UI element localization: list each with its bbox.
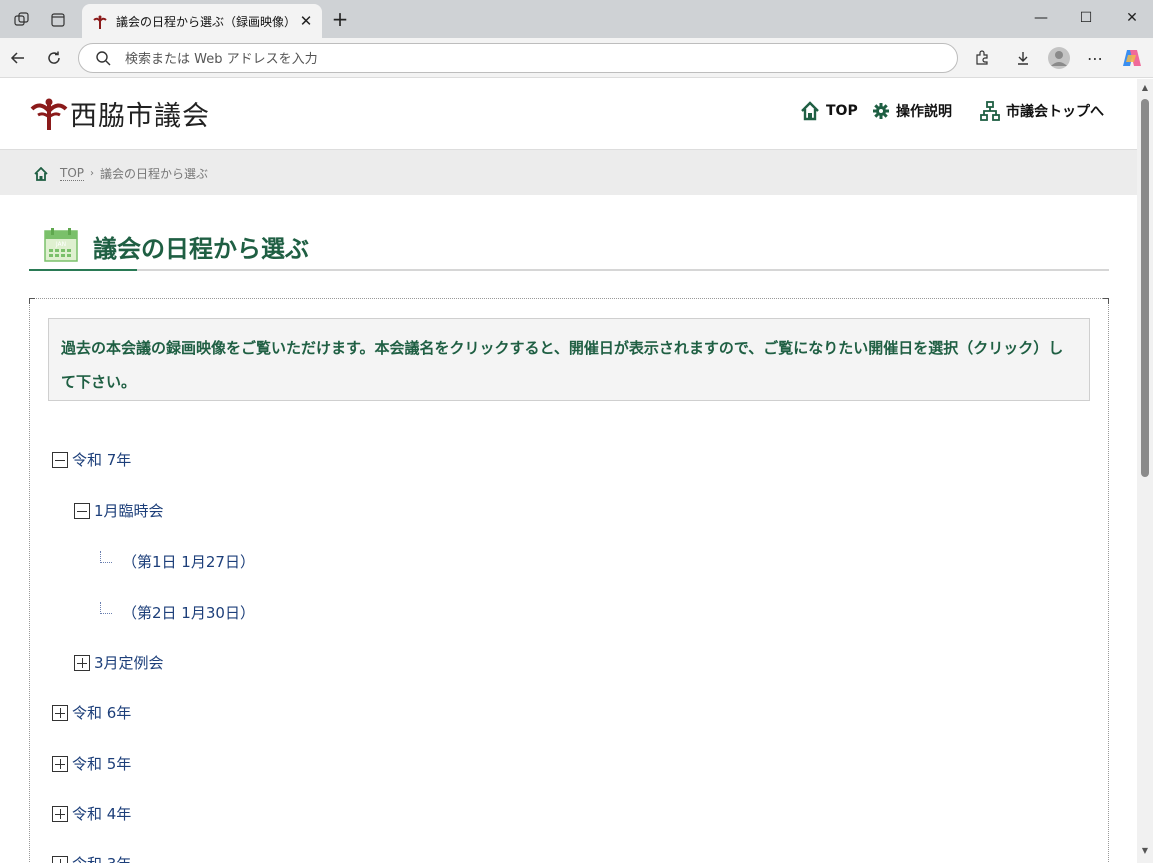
breadcrumb-top-link[interactable]: TOP [60, 166, 85, 181]
more-menu-icon[interactable]: ⋯ [1081, 44, 1109, 72]
city-emblem-icon [30, 98, 68, 130]
nav-help-link[interactable]: 操作説明 [872, 101, 952, 121]
page-viewport: 西脇市議会 TOP 操作説明 市議会トップへ TOP › 議会の日程から選ぶ J… [0, 79, 1153, 863]
nav-council-top-link[interactable]: 市議会トップへ [980, 101, 1104, 121]
calendar-icon: JAN [44, 228, 78, 262]
tree-label[interactable]: 3月定例会 [94, 652, 164, 673]
tab-actions-icon[interactable] [46, 8, 70, 32]
collapse-icon[interactable] [52, 451, 68, 468]
tree-node-r7[interactable]: 令和 7年 [52, 449, 131, 470]
panel-corner [1103, 298, 1109, 304]
tab-title: 議会の日程から選ぶ（録画映像）｜ [116, 15, 294, 29]
tree-leaf-day1[interactable]: （第1日 1月27日） [100, 550, 255, 572]
tree-label[interactable]: 令和 7年 [72, 449, 131, 470]
collapse-icon[interactable] [74, 502, 90, 519]
scrollbar-thumb[interactable] [1141, 99, 1149, 477]
content-panel: 過去の本会議の録画映像をご覧いただけます。本会議名をクリックすると、開催日が表示… [29, 298, 1109, 863]
breadcrumb-current: 議会の日程から選ぶ [100, 167, 209, 181]
site-logo-text: 西脇市議会 [70, 101, 210, 132]
tree-node-r7-jan-session[interactable]: 1月臨時会 [74, 500, 164, 521]
vertical-scrollbar[interactable]: ▲ ▼ [1137, 79, 1153, 863]
page-title-section: JAN 議会の日程から選ぶ [29, 223, 1109, 271]
tree-connector [100, 550, 112, 563]
calendar-month-label: JAN [55, 241, 66, 248]
site-logo[interactable]: 西脇市議会 [30, 94, 210, 133]
breadcrumb: TOP › 議会の日程から選ぶ [0, 149, 1137, 195]
tree-node-r5[interactable]: 令和 5年 [52, 753, 131, 774]
browser-tab-bar: 議会の日程から選ぶ（録画映像）｜ ✕ + — ☐ ✕ [0, 0, 1153, 38]
tree-node-r4[interactable]: 令和 4年 [52, 803, 131, 824]
window-close-icon[interactable]: ✕ [1109, 4, 1153, 32]
minimize-icon[interactable]: — [1018, 4, 1064, 32]
workspaces-icon[interactable] [10, 8, 34, 32]
tree-connector [100, 601, 112, 614]
tree-label[interactable]: 令和 6年 [72, 702, 131, 723]
tree-node-r6[interactable]: 令和 6年 [52, 702, 131, 723]
expand-icon[interactable] [52, 704, 68, 721]
gear-icon [873, 103, 889, 119]
page-title: 議会の日程から選ぶ [93, 235, 309, 263]
site-favicon-icon [93, 15, 107, 29]
scroll-down-icon[interactable]: ▼ [1140, 846, 1150, 856]
close-tab-icon[interactable]: ✕ [296, 11, 316, 31]
nav-council-top-label: 市議会トップへ [1006, 104, 1104, 120]
expand-icon[interactable] [52, 805, 68, 822]
panel-corner [29, 298, 35, 304]
nav-top-link[interactable]: TOP [800, 101, 858, 121]
tree-leaf-day2[interactable]: （第2日 1月30日） [100, 601, 255, 623]
instruction-notice: 過去の本会議の録画映像をご覧いただけます。本会議名をクリックすると、開催日が表示… [48, 318, 1090, 401]
breadcrumb-home-icon[interactable] [34, 166, 48, 181]
breadcrumb-separator: › [90, 168, 95, 179]
expand-icon[interactable] [52, 755, 68, 772]
scroll-up-icon[interactable]: ▲ [1140, 83, 1150, 93]
tree-leaf-label[interactable]: （第2日 1月30日） [122, 602, 255, 623]
active-tab[interactable]: 議会の日程から選ぶ（録画映像）｜ ✕ [82, 4, 322, 38]
new-tab-icon[interactable]: + [328, 8, 352, 32]
nav-help-label: 操作説明 [896, 104, 952, 120]
refresh-icon[interactable] [40, 44, 68, 72]
tree-label[interactable]: 令和 5年 [72, 753, 131, 774]
browser-toolbar: ⋯ [0, 38, 1153, 78]
title-accent-line [29, 269, 137, 271]
expand-icon[interactable] [74, 654, 90, 671]
extensions-icon[interactable] [968, 44, 996, 72]
home-icon [801, 101, 819, 121]
address-bar[interactable] [78, 43, 958, 73]
nav-top-label: TOP [826, 103, 858, 119]
back-icon[interactable] [4, 44, 32, 72]
tree-leaf-label[interactable]: （第1日 1月27日） [122, 551, 255, 572]
tree-label[interactable]: 令和 4年 [72, 803, 131, 824]
tree-node-r7-mar-session[interactable]: 3月定例会 [74, 652, 164, 673]
site-header: 西脇市議会 TOP 操作説明 市議会トップへ [0, 79, 1137, 149]
maximize-icon[interactable]: ☐ [1063, 4, 1109, 32]
tree-label[interactable]: 1月臨時会 [94, 500, 164, 521]
address-input[interactable] [125, 49, 925, 69]
search-icon [96, 51, 111, 66]
profile-avatar-icon[interactable] [1045, 44, 1073, 72]
download-icon[interactable] [1009, 44, 1037, 72]
tree-node-r3[interactable]: 令和 3年 [52, 853, 131, 863]
tree-label[interactable]: 令和 3年 [72, 853, 131, 863]
copilot-icon[interactable] [1118, 44, 1146, 72]
sitemap-icon [980, 101, 1000, 121]
expand-icon[interactable] [52, 855, 68, 863]
